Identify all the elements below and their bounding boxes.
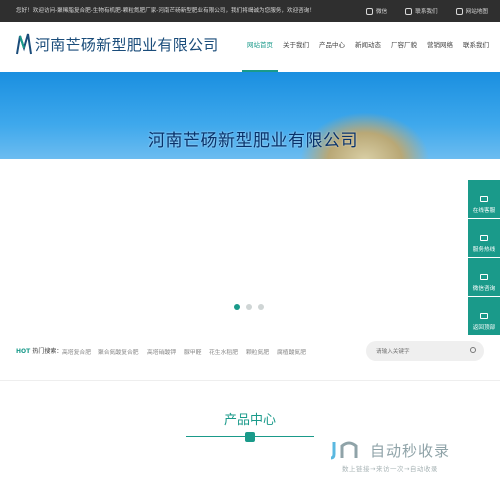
hot-keyword[interactable]: 颗粒氮肥 [246, 347, 269, 356]
nav-products[interactable]: 产品中心 [314, 22, 350, 72]
wechat-link[interactable]: 微信 [366, 7, 387, 15]
side-hotline[interactable]: 服务热线 [468, 219, 500, 257]
carousel-dots [234, 304, 264, 310]
watermark-subtitle: 数上链接→来访一次→自动收录 [342, 465, 438, 473]
sitemap-link[interactable]: 网站地图 [455, 7, 488, 15]
hot-keyword[interactable]: 腐植酸氮肥 [277, 347, 306, 356]
nav-network[interactable]: 营销网络 [422, 22, 458, 72]
hero-banner[interactable]: 河南芒砀新型肥业有限公司 [0, 72, 500, 159]
section-title: 产品中心 [223, 413, 276, 428]
phone-icon [480, 235, 488, 241]
header: 河南芒砀新型肥业有限公司 网站首页 关于我们 产品中心 新闻动态 厂容厂貌 营销… [0, 22, 500, 72]
company-name: 河南芒砀新型肥业有限公司 [35, 35, 219, 54]
hot-keyword[interactable]: 高塔复合肥 [62, 347, 91, 356]
chat-icon [480, 196, 488, 202]
hot-search-label: HOT 热门搜索： [16, 348, 63, 355]
hot-keyword[interactable]: 脲甲醛 [184, 347, 201, 356]
carousel-dot[interactable] [258, 304, 264, 310]
wechat-icon [480, 274, 488, 280]
logo-icon [16, 33, 32, 55]
logo[interactable]: 河南芒砀新型肥业有限公司 [16, 32, 219, 56]
banner-title: 河南芒砀新型肥业有限公司 [148, 131, 358, 151]
sitemap-icon [455, 7, 463, 15]
section-badge-icon [245, 432, 255, 442]
hot-keyword[interactable]: 花生水稻肥 [209, 347, 238, 356]
nav-news[interactable]: 新闻动态 [350, 22, 386, 72]
wechat-icon [366, 7, 374, 15]
watermark-title: 自动秒收录 [370, 442, 451, 460]
nav-factory[interactable]: 厂容厂貌 [386, 22, 422, 72]
carousel-dot[interactable] [246, 304, 252, 310]
welcome-text: 您好！欢迎访问-聚稀脂复合肥-生物有机肥-颗粒氮肥厂家-河南芒砀新型肥业有限公司… [16, 8, 315, 14]
divider [0, 380, 500, 381]
search-box [366, 341, 484, 361]
main-nav: 网站首页 关于我们 产品中心 新闻动态 厂容厂貌 营销网络 联系我们 [242, 22, 494, 72]
nav-home[interactable]: 网站首页 [242, 22, 278, 72]
side-wechat[interactable]: 微信咨询 [468, 258, 500, 296]
watermark-logo-icon [330, 441, 358, 460]
carousel-dot[interactable] [234, 304, 240, 310]
nav-about[interactable]: 关于我们 [278, 22, 314, 72]
nav-contact[interactable]: 联系我们 [458, 22, 494, 72]
arrow-up-icon [480, 313, 488, 319]
search-icon[interactable] [470, 347, 476, 353]
phone-icon [405, 7, 413, 15]
hot-keyword[interactable]: 聚合氮酸复合肥 [98, 347, 139, 356]
top-bar: 您好！欢迎访问-聚稀脂复合肥-生物有机肥-颗粒氮肥厂家-河南芒砀新型肥业有限公司… [0, 0, 500, 22]
side-back-to-top[interactable]: 返回顶部 [468, 297, 500, 335]
hot-keyword[interactable]: 高塔硝酸钾 [147, 347, 176, 356]
watermark: 自动秒收录 数上链接→来访一次→自动收录 [330, 436, 490, 476]
side-online-service[interactable]: 在线客服 [468, 180, 500, 218]
top-links: 微信 联系我们 网站地图 [366, 0, 488, 22]
contact-link[interactable]: 联系我们 [405, 7, 438, 15]
search-input[interactable] [374, 345, 468, 359]
